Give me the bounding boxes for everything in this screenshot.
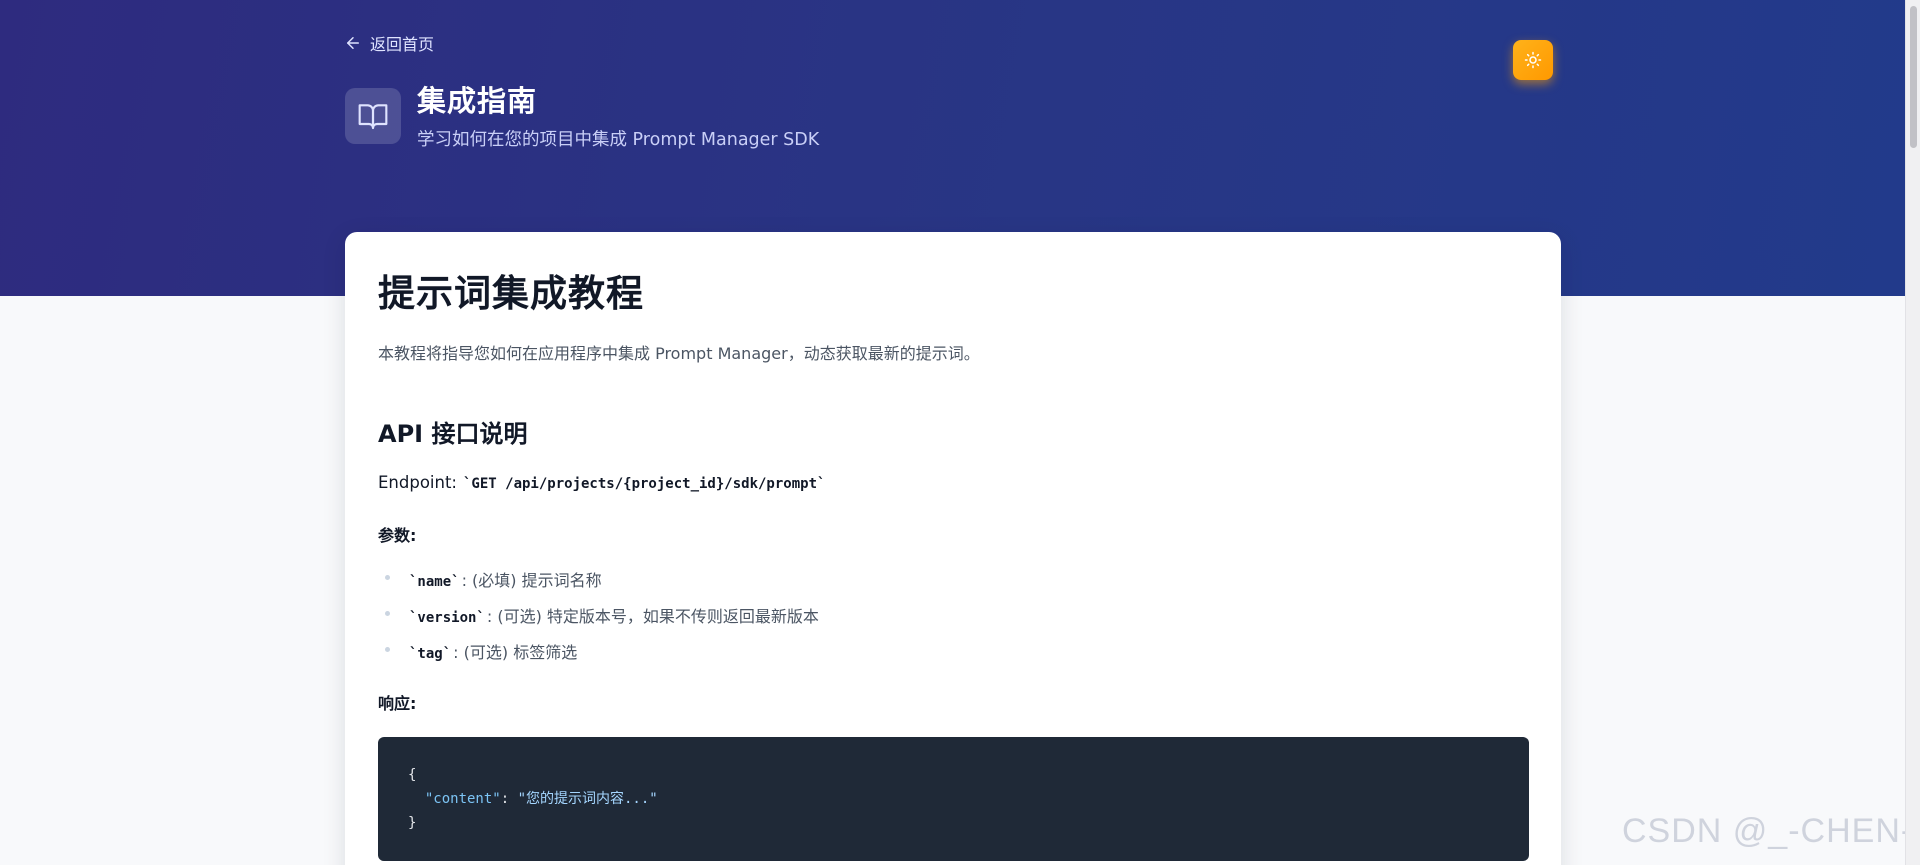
doc-title: 提示词集成教程 (378, 272, 644, 315)
code-open-brace: { (408, 767, 417, 783)
endpoint-code: `GET /api/projects/{project_id}/sdk/prom… (463, 476, 826, 492)
theme-toggle-button[interactable] (1513, 40, 1553, 80)
code-colon: : (500, 791, 518, 807)
intro-paragraph: 本教程将指导您如何在应用程序中集成 Prompt Manager，动态获取最新的… (378, 344, 980, 363)
back-link-label: 返回首页 (370, 35, 435, 54)
arrow-left-icon (347, 37, 359, 49)
bullet-dot (385, 611, 390, 616)
endpoint-label: Endpoint: (378, 473, 457, 492)
bullet-dot (385, 575, 390, 580)
page-title: 集成指南 (417, 84, 538, 118)
list-item: `tag` : (可选) 标签筛选 (385, 639, 819, 675)
param-desc: : (可选) 特定版本号，如果不传则返回最新版本 (486, 607, 819, 626)
endpoint-line: Endpoint: `GET /api/projects/{project_id… (378, 473, 825, 492)
page: 返回首页 集成指南 学习如何在您的项目中集成 Prompt Manager SD… (0, 0, 1920, 865)
param-desc: : (可选) 标签筛选 (453, 643, 578, 662)
back-to-home-link[interactable]: 返回首页 (344, 31, 434, 55)
code-value: "您的提示词内容..." (517, 791, 658, 807)
bullet-dot (385, 647, 390, 652)
book-open-icon (358, 104, 388, 130)
response-code-block: { "content": "您的提示词内容..." } (378, 737, 1529, 861)
response-label: 响应: (378, 694, 417, 713)
watermark: CSDN @_-CHEN-_ (1622, 812, 1912, 865)
vertical-scrollbar[interactable] (1905, 0, 1920, 865)
param-code: `tag` (409, 646, 452, 662)
page-subtitle: 学习如何在您的项目中集成 Prompt Manager SDK (417, 130, 820, 150)
param-code: `name` (409, 574, 460, 590)
params-label: 参数: (378, 526, 417, 545)
param-code: `version` (409, 610, 485, 626)
code-key: "content" (424, 791, 501, 807)
content-card: 提示词集成教程 本教程将指导您如何在应用程序中集成 Prompt Manager… (345, 232, 1561, 865)
param-desc: : (必填) 提示词名称 (461, 571, 602, 590)
code-close-brace: } (408, 815, 417, 831)
api-section-title: API 接口说明 (378, 420, 528, 448)
sun-icon (1524, 51, 1542, 69)
book-badge (345, 88, 401, 144)
params-list: `name` : (必填) 提示词名称 `version` : (可选) 特定版… (385, 567, 819, 675)
list-item: `name` : (必填) 提示词名称 (385, 567, 819, 603)
list-item: `version` : (可选) 特定版本号，如果不传则返回最新版本 (385, 603, 819, 639)
scrollbar-thumb[interactable] (1910, 6, 1917, 148)
